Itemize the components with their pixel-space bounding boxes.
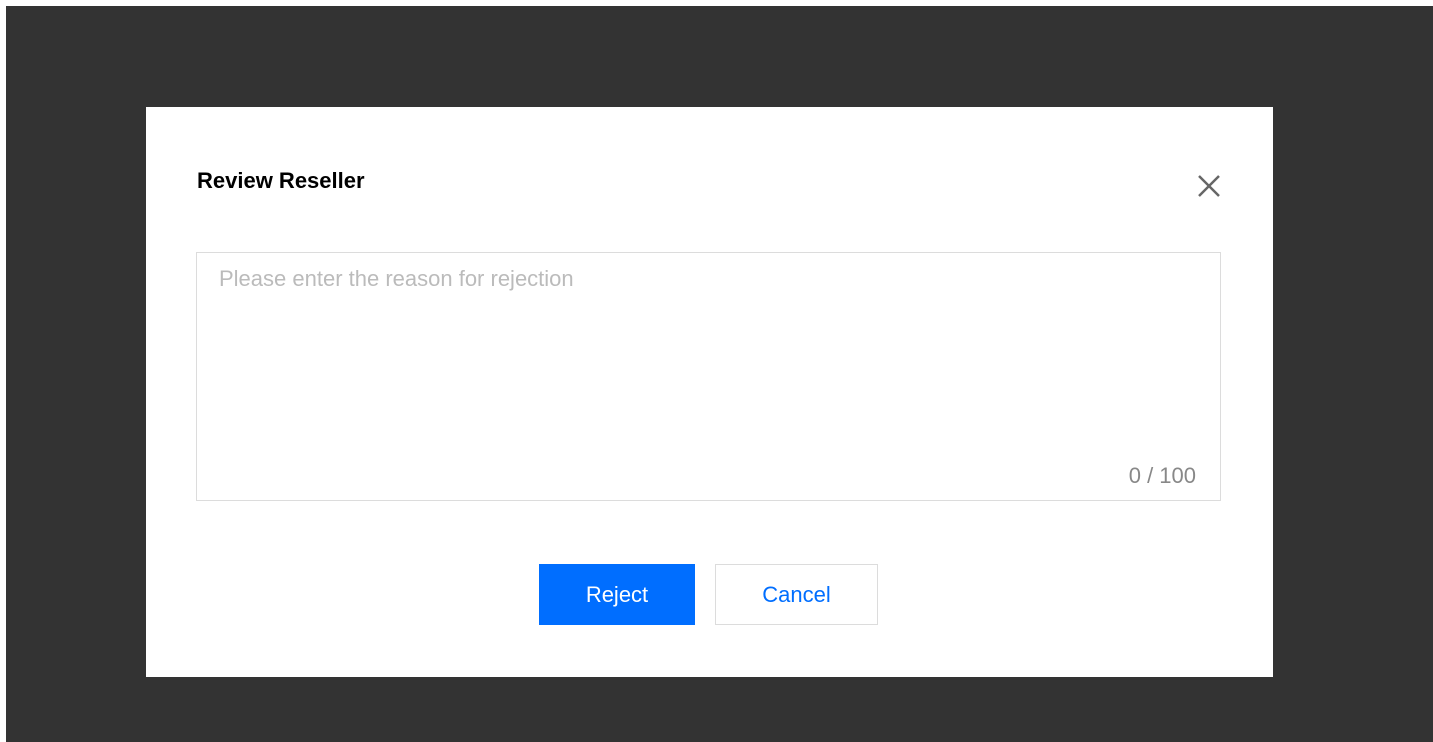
character-counter: 0 / 100 [1128,463,1196,488]
rejection-reason-input[interactable] [197,253,1220,500]
cancel-button[interactable]: Cancel [715,564,878,625]
reject-button[interactable]: Reject [539,564,695,625]
dialog-title: Review Reseller [197,168,365,193]
close-icon [1198,175,1220,197]
review-reseller-dialog: Review Reseller 0 / 100 Reject Cancel [146,107,1273,677]
close-button[interactable] [1194,171,1224,201]
rejection-reason-field: 0 / 100 [196,252,1221,501]
